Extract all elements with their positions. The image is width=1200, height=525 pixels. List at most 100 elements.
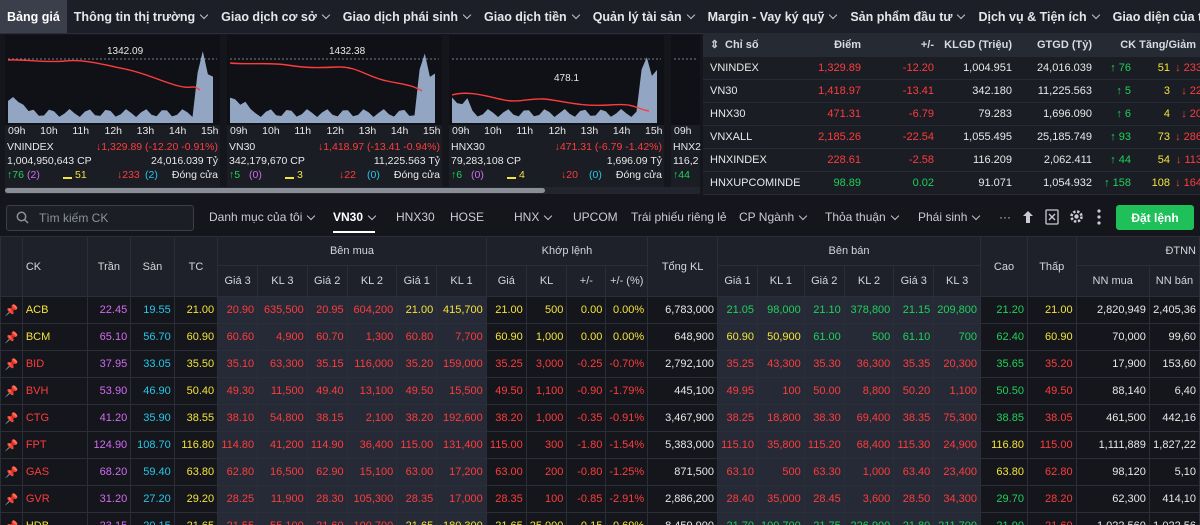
cell: 38.15 [306, 404, 348, 432]
mini-chart-vn30[interactable]: 1432.38 09h 10h 11h 12h 13h 14h 15h VN30 ↓1,418.9… [227, 35, 442, 187]
pin-icon[interactable]: 📌 [0, 512, 23, 525]
time-tick: 09h [230, 125, 248, 137]
nav-item-9[interactable]: Giao diện của tôi [1106, 0, 1200, 33]
table-row[interactable]: 📌 CTG 41.20 35.90 38.55 38.10 54,800 38.15 2,100… [0, 404, 1200, 432]
cell: 61.10 [893, 323, 935, 351]
pin-icon[interactable]: 📌 [0, 458, 23, 486]
decliners-count: ↓233 [117, 169, 140, 181]
tab-1[interactable]: VN30 [333, 200, 377, 234]
nav-item-1[interactable]: Thông tin thị trường [67, 0, 214, 33]
excel-export-icon[interactable] [1045, 209, 1059, 225]
summary-row-hnx30[interactable]: HNX30 471.31 -6.79 79.283 1,696.090 ↑ 6 4 ↓ 20 [703, 102, 1200, 126]
nav-item-3[interactable]: Giao dịch phái sinh [336, 0, 477, 33]
table-row[interactable]: 📌 GAS 68.20 59.40 63.80 62.80 16,500 62.90 15,10… [0, 458, 1200, 486]
table-row[interactable]: 📌 ACB 22.45 19.55 21.00 20.90 635,500 20.95 604,… [0, 296, 1200, 324]
summary-row-hnxindex[interactable]: HNXINDEX 228.61 -2.58 116.209 2,062.411 ↑ 44 5… [703, 148, 1200, 172]
tab-6[interactable]: Trái phiếu riêng lẻ [631, 200, 727, 234]
search-box[interactable] [6, 205, 194, 231]
tab-3[interactable]: HOSE [450, 200, 484, 234]
nav-item-8[interactable]: Dịch vụ & Tiện ích [971, 0, 1105, 33]
tab-4[interactable]: HNX [514, 200, 553, 234]
cell: 35.25 [485, 350, 527, 378]
tab-0[interactable]: Danh mục của tôi [209, 200, 316, 234]
pin-icon[interactable]: 📌 [0, 296, 23, 324]
cell: 63.80 [173, 458, 219, 486]
cell: 1,022,56 [1148, 512, 1200, 525]
cell: 108.70 [130, 431, 175, 459]
cell: 70,000 [1075, 323, 1150, 351]
nav-item-7[interactable]: Sản phẩm đầu tư [843, 0, 971, 33]
ticker-symbol: GVR [21, 485, 88, 513]
upload-arrow-icon[interactable] [1022, 210, 1034, 224]
tab-5[interactable]: UPCOM [573, 200, 618, 234]
cell: 35.20 [1026, 350, 1077, 378]
time-tick: 15h [645, 125, 663, 137]
pin-icon[interactable]: 📌 [0, 377, 23, 405]
time-tick: 09h [674, 125, 692, 137]
mini-chart-hnx30[interactable]: 478.1 09h 10h 11h 12h 13h 14h 15h HNX30 ↓471.31 (… [449, 35, 664, 187]
cell: 49.50 [485, 377, 527, 405]
table-row[interactable]: 📌 BVH 53.90 46.90 50.40 49.30 11,500 49.40 13,10… [0, 377, 1200, 405]
table-row[interactable]: 📌 GVR 31.20 27.20 29.20 28.25 11,900 28.30 105,3… [0, 485, 1200, 513]
cell: 21.75 [803, 512, 845, 525]
cell: -1.54% [605, 431, 649, 459]
cell: 1,000 [525, 404, 568, 432]
nav-item-0[interactable]: Bảng giá [0, 0, 67, 33]
more-vertical-icon[interactable] [1097, 209, 1101, 225]
cell: 5,383,000 [647, 431, 719, 459]
col-header: Giá 3 [893, 265, 935, 297]
mini-chart-vnindex[interactable]: 1342.09 09h 10h 11h 12h 13h 14h 15h VNINDEX ↓1,32… [5, 35, 220, 187]
tab-10[interactable]: ··· [999, 200, 1011, 234]
cell: 209,800 [933, 296, 982, 324]
pin-icon[interactable]: 📌 [0, 404, 23, 432]
cell: 54,800 [257, 404, 308, 432]
cell: 38.05 [1026, 404, 1077, 432]
summary-header: Chỉ số Điểm +/- KLGD (Triệu) GTGD (Tỷ) CK Tăn… [703, 33, 1200, 57]
unchanged-count: 4 [519, 169, 525, 181]
table-row[interactable]: 📌HDB23.1520.1521.6521.5555,10021.60100,7… [0, 512, 1200, 525]
cell: 28.45 [803, 485, 845, 513]
cell: 24,900 [933, 431, 982, 459]
tab-9[interactable]: Phái sinh [918, 200, 981, 234]
col-header: NN mua [1075, 265, 1150, 297]
cell: 226,900 [843, 512, 895, 525]
cell: 4,900 [257, 323, 308, 351]
tab-8[interactable]: Thỏa thuận [825, 200, 899, 234]
cell: 153,60 [1148, 350, 1200, 378]
table-row[interactable]: 📌 FPT 124.90 108.70 116.80 114.80 41,200 114.90… [0, 431, 1200, 459]
place-order-button[interactable]: Đặt lệnh [1116, 205, 1194, 230]
nav-item-2[interactable]: Giao dịch cơ sở [214, 0, 336, 33]
summary-col-header: KLGD (Triệu) [944, 38, 1012, 51]
cell: 60.90 [485, 323, 527, 351]
search-input[interactable] [37, 208, 191, 228]
nav-item-6[interactable]: Margin - Vay ký quỹ [701, 0, 844, 33]
gear-icon[interactable] [1069, 209, 1084, 224]
summary-row-hnxupcominde[interactable]: HNXUPCOMINDE 98.89 0.02 91.071 1,054.932 ↑ 15… [703, 171, 1200, 195]
summary-row-vnindex[interactable]: VNINDEX 1,329.89 -12.20 1,004.951 24,016.039… [703, 56, 1200, 80]
tab-7[interactable]: CP Ngành [739, 200, 808, 234]
cell: 34,300 [933, 485, 982, 513]
pin-icon[interactable]: 📌 [0, 323, 23, 351]
cell: 21.05 [717, 296, 758, 324]
mini-charts-scrollbar[interactable] [5, 187, 700, 194]
cell: 68.20 [86, 458, 132, 486]
sort-icon[interactable]: ⇕ [710, 38, 719, 51]
scrollbar-thumb[interactable] [5, 188, 545, 193]
summary-row-vn30[interactable]: VN30 1,418.97 -13.41 342.180 11,225.563 ↑ 5 3 ↓… [703, 79, 1200, 103]
pin-icon[interactable]: 📌 [0, 350, 23, 378]
mini-chart-hnx2[interactable]: 09h HNX2 116,2 ↑44 [671, 35, 701, 187]
cell: 115.00 [485, 431, 527, 459]
summary-ref: 4 [1163, 107, 1170, 120]
pin-icon[interactable]: 📌 [0, 485, 23, 513]
cell: 648,900 [647, 323, 719, 351]
cell: 35.20 [396, 350, 438, 378]
nav-item-5[interactable]: Quản lý tài sản [586, 0, 701, 33]
table-row[interactable]: 📌 BID 37.95 33.05 35.50 35.10 63,300 35.15 116,0… [0, 350, 1200, 378]
summary-row-vnxall[interactable]: VNXALL 2,185.26 -22.54 1,055.495 25,185.749 ↑… [703, 125, 1200, 149]
ceiling-count: (0) [471, 169, 484, 181]
tab-2[interactable]: HNX30 [396, 200, 435, 234]
summary-down: ↓ 20 [1181, 107, 1200, 120]
nav-item-4[interactable]: Giao dịch tiền [477, 0, 586, 33]
pin-icon[interactable]: 📌 [0, 431, 23, 459]
table-row[interactable]: 📌 BCM 65.10 56.70 60.90 60.60 4,900 60.70 1,300 6… [0, 323, 1200, 351]
